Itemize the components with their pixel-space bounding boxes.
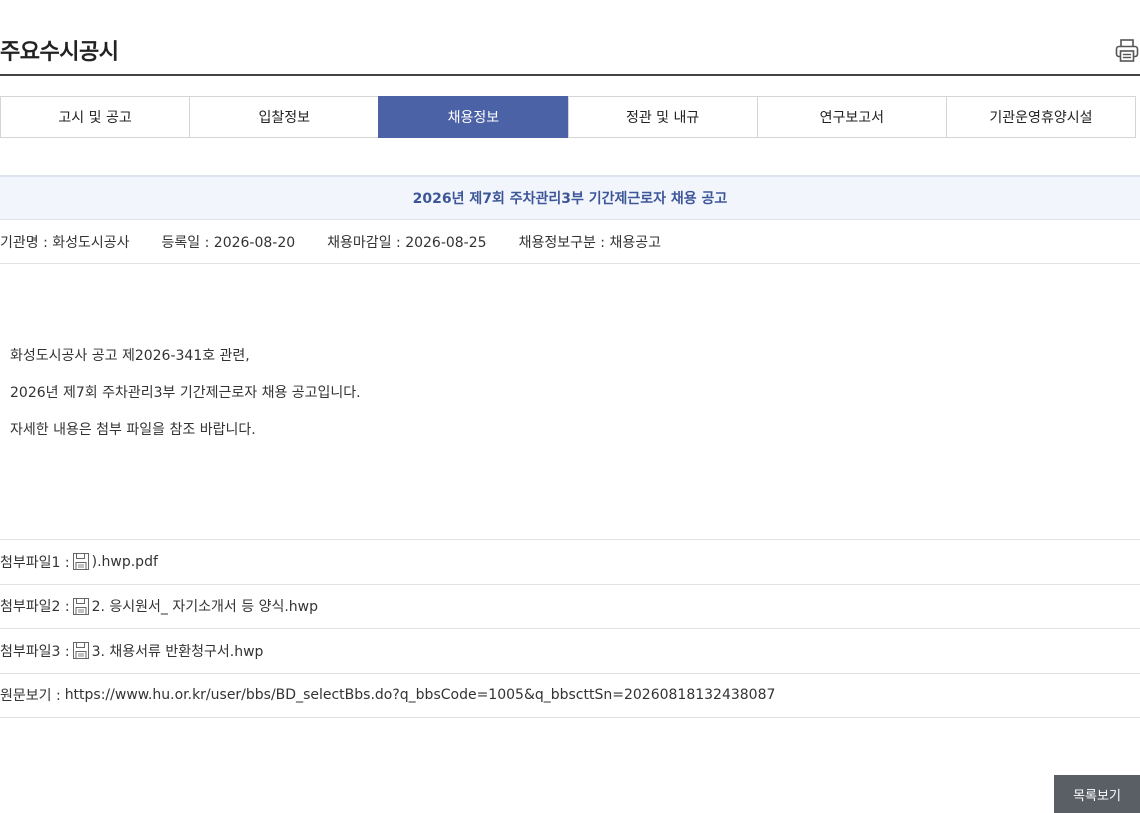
post-meta: 기관명 : 화성도시공사 등록일 : 2026-08-20 채용마감일 : 20…: [0, 220, 1140, 264]
list-view-button[interactable]: 목록보기: [1054, 775, 1140, 813]
attachment-row: 첨부파일1 : ).hwp.pdf: [0, 540, 1140, 585]
tab-notices[interactable]: 고시 및 공고: [0, 96, 191, 138]
meta-category: 채용정보구분 : 채용공고: [518, 234, 661, 251]
body-paragraph: 화성도시공사 공고 제2026-341호 관련,: [10, 348, 250, 364]
floppy-disk-icon: [72, 553, 89, 571]
body-paragraph: 2026년 제7회 주차관리3부 기간제근로자 채용 공고입니다.: [10, 385, 361, 401]
post-title: 2026년 제7회 주차관리3부 기간제근로자 채용 공고: [412, 191, 728, 207]
attachment-link[interactable]: 3. 채용서류 반환청구서.hwp: [92, 641, 264, 661]
tab-bidding[interactable]: 입찰정보: [189, 96, 380, 138]
source-url-link[interactable]: https://www.hu.or.kr/user/bbs/BD_selectB…: [65, 687, 776, 703]
source-row: 원문보기 : https://www.hu.or.kr/user/bbs/BD_…: [0, 674, 1140, 718]
tab-research-reports[interactable]: 연구보고서: [756, 96, 947, 138]
page-title: 주요수시공시: [0, 40, 119, 65]
attachment-row: 첨부파일2 : 2. 응시원서_ 자기소개서 등 양식.hwp: [0, 585, 1140, 629]
meta-agency: 기관명 : 화성도시공사: [0, 234, 130, 251]
attachments: 첨부파일1 : ).hwp.pdf 첨부파일2 : 2. 응시원서_ 자기소개서…: [0, 539, 1140, 718]
meta-registered-date: 등록일 : 2026-08-20: [161, 234, 296, 251]
page-header: 주요수시공시: [0, 0, 1140, 76]
attachment-link[interactable]: 2. 응시원서_ 자기소개서 등 양식.hwp: [92, 596, 318, 616]
tab-regulations[interactable]: 정관 및 내규: [567, 96, 758, 138]
attachment-label: 첨부파일1 :: [0, 554, 70, 571]
printer-icon: [1115, 39, 1139, 62]
category-tabs: 고시 및 공고 입찰정보 채용정보 정관 및 내규 연구보고서 기관운영휴양시설: [0, 96, 1137, 138]
body-paragraph: 자세한 내용은 첨부 파일을 참조 바랍니다.: [10, 422, 256, 438]
floppy-disk-icon: [72, 597, 89, 615]
post-body: 화성도시공사 공고 제2026-341호 관련, 2026년 제7회 주차관리3…: [10, 338, 1110, 449]
attachment-link[interactable]: ).hwp.pdf: [92, 554, 158, 570]
attachment-label: 첨부파일2 :: [0, 599, 70, 616]
source-label: 원문보기 :: [0, 688, 61, 705]
meta-deadline: 채용마감일 : 2026-08-25: [327, 234, 487, 251]
attachment-row: 첨부파일3 : 3. 채용서류 반환청구서.hwp: [0, 629, 1140, 674]
tab-resort-facilities[interactable]: 기관운영휴양시설: [945, 96, 1137, 138]
floppy-disk-icon: [72, 642, 89, 660]
attachment-label: 첨부파일3 :: [0, 643, 70, 660]
tab-recruitment[interactable]: 채용정보: [378, 96, 569, 138]
print-button[interactable]: [1115, 38, 1139, 64]
post-title-bar: 2026년 제7회 주차관리3부 기간제근로자 채용 공고: [0, 175, 1140, 220]
